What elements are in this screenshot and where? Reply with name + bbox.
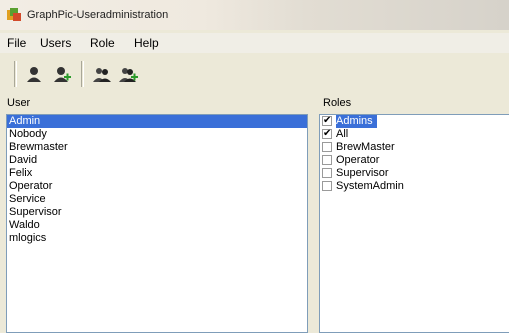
role-label: All	[336, 128, 349, 140]
list-item[interactable]: Waldo	[7, 219, 307, 232]
role-label: Supervisor	[336, 167, 389, 179]
toolbar-separator	[14, 61, 17, 87]
role-item[interactable]: Admins	[320, 115, 509, 128]
list-item[interactable]: Service	[7, 193, 307, 206]
window-title: GraphPic-Useradministration	[27, 9, 169, 21]
list-item[interactable]: mlogics	[7, 232, 307, 245]
list-item[interactable]: Brewmaster	[7, 141, 307, 154]
role-checkbox[interactable]	[322, 168, 332, 178]
list-item[interactable]: Nobody	[7, 128, 307, 141]
user-list[interactable]: Admin Nobody Brewmaster David Felix Oper…	[6, 114, 308, 333]
toolbar	[0, 55, 509, 93]
add-user-icon[interactable]	[52, 64, 72, 84]
menu-users[interactable]: Users	[40, 36, 71, 50]
menu-bar: File Users Role Help	[0, 33, 509, 53]
role-checkbox[interactable]	[322, 127, 332, 140]
role-checkbox[interactable]	[322, 142, 332, 152]
role-icon[interactable]	[92, 64, 112, 84]
graphpic-app-icon	[7, 8, 21, 21]
add-role-icon[interactable]	[119, 64, 139, 84]
user-icon[interactable]	[24, 64, 44, 84]
list-item[interactable]: Felix	[7, 167, 307, 180]
role-item[interactable]: All	[320, 127, 509, 141]
role-checkbox[interactable]	[322, 115, 332, 127]
toolbar-separator	[81, 61, 84, 87]
role-checkbox[interactable]	[322, 181, 332, 191]
role-label: BrewMaster	[336, 141, 395, 153]
role-label: Admins	[336, 115, 377, 128]
list-item[interactable]: Admin	[7, 115, 307, 128]
role-label: Operator	[336, 154, 380, 166]
list-item[interactable]: Operator	[7, 180, 307, 193]
menu-file[interactable]: File	[7, 36, 26, 50]
role-item[interactable]: Supervisor	[320, 167, 509, 180]
menu-help[interactable]: Help	[134, 36, 159, 50]
user-group-label: User	[6, 97, 32, 109]
role-item[interactable]: Operator	[320, 154, 509, 167]
role-label: SystemAdmin	[336, 180, 404, 192]
role-item[interactable]: SystemAdmin	[320, 180, 509, 193]
roles-group-label: Roles	[322, 97, 353, 109]
list-item[interactable]: Supervisor	[7, 206, 307, 219]
title-bar[interactable]: GraphPic-Useradministration	[0, 0, 509, 30]
menu-role[interactable]: Role	[90, 36, 115, 50]
list-item[interactable]: David	[7, 154, 307, 167]
roles-list[interactable]: Admins All BrewMaster Operator Superviso…	[319, 114, 509, 333]
role-checkbox[interactable]	[322, 155, 332, 165]
role-item[interactable]: BrewMaster	[320, 141, 509, 154]
